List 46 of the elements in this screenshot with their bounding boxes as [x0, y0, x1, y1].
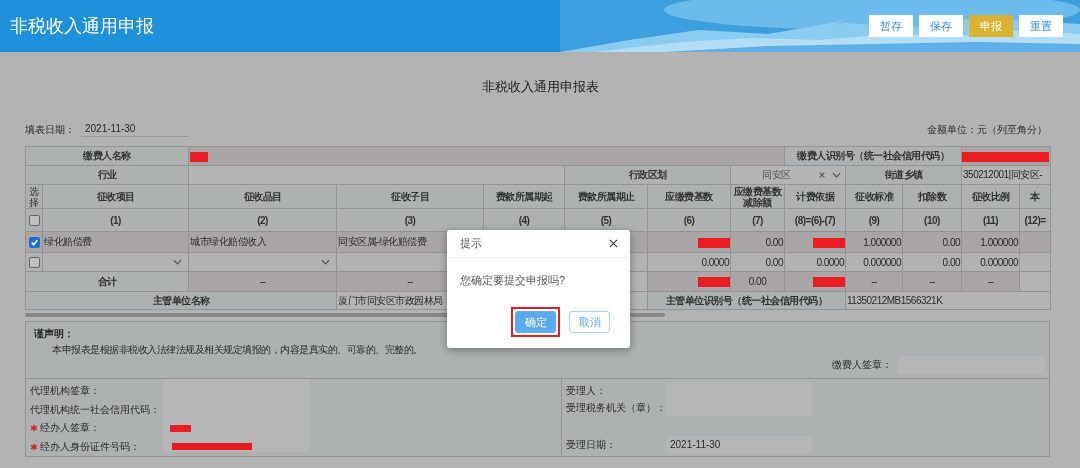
redaction-mark [698, 237, 730, 248]
header-cell: (2) [188, 208, 337, 232]
header-cell: 征收子目 [336, 184, 484, 209]
toolbar-button[interactable]: 暂存 [869, 15, 913, 37]
signature-label: 缴费人签章： [832, 358, 892, 372]
date-field[interactable]: 2021-11-30 [666, 436, 812, 453]
field-label: 受理税务机关（章）： [566, 400, 666, 415]
toolbar-button[interactable]: 申报 [969, 15, 1013, 37]
dialog-title: 提示 [460, 236, 482, 251]
unit-note: 金额单位：元（列至角分） [927, 123, 1047, 137]
declaration-text: 本申报表是根据非税收入法律法规及相关规定填报的，内容是真实的、可靠的、完整的。 [51, 343, 423, 357]
district-select[interactable]: 同安区 [731, 166, 845, 184]
input-field[interactable] [163, 379, 310, 452]
close-icon[interactable] [609, 239, 618, 248]
toolbar-button[interactable]: 重置 [1019, 15, 1063, 37]
header-cell: 缴费人名称 [25, 146, 189, 166]
redaction-mark [813, 237, 845, 248]
form-title: 非税收入通用申报表 [480, 78, 600, 96]
chevron-down-icon [321, 259, 330, 265]
header-cell: 选择 [25, 184, 43, 209]
declaration-title: 谨声明： [34, 327, 75, 341]
checkbox[interactable] [28, 256, 40, 268]
date-field[interactable]: 2021-11-30 [81, 123, 189, 137]
checkbox[interactable] [28, 214, 40, 226]
header-cell: 征收品目 [188, 184, 337, 209]
fill-date-label: 填表日期： [25, 123, 75, 137]
dialog-button[interactable]: 确定 [515, 311, 556, 333]
field-label: 经办人签章： [40, 421, 100, 436]
header-cell: 合计 [25, 271, 189, 292]
field-label: 代理机构签章： [30, 384, 100, 399]
header-cell: 征收项目 [42, 184, 189, 209]
header-cell: (1) [42, 208, 189, 232]
field-label: 受理日期： [566, 437, 617, 452]
field-label: 经办人身份证件号码： [40, 439, 140, 454]
field-label: 受理人： [566, 383, 607, 398]
clear-icon[interactable] [818, 171, 826, 179]
redaction-mark [813, 277, 845, 288]
chevron-down-icon [173, 259, 182, 265]
dialog-button[interactable]: 取消 [569, 311, 610, 333]
chevron-down-icon [832, 172, 841, 178]
page-title: 非税收入通用申报 [10, 15, 154, 38]
redaction-mark [698, 277, 730, 288]
field-label: 代理机构统一社会信用代码： [30, 402, 160, 417]
header-cell: 缴费人识别号（统一社会信用代码） [784, 146, 962, 166]
checkbox[interactable] [28, 236, 40, 248]
toolbar-button[interactable]: 保存 [919, 15, 963, 37]
